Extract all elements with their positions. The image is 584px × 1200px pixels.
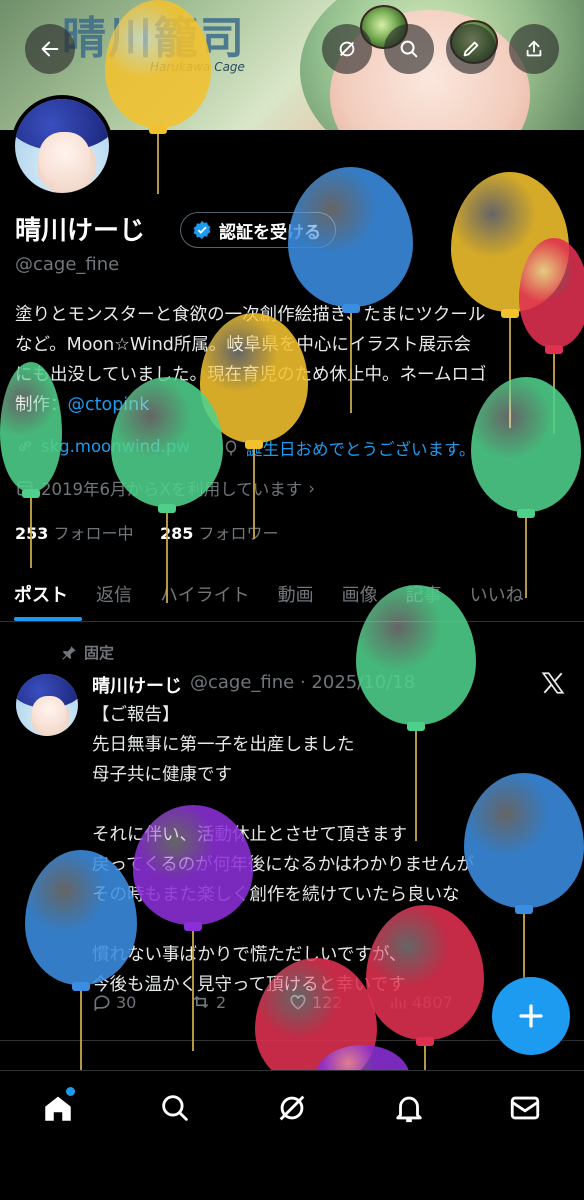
chevron-right-icon: › xyxy=(308,478,315,498)
heart-icon xyxy=(290,994,306,1010)
pin-icon xyxy=(62,645,76,660)
plus-icon xyxy=(519,1004,543,1028)
grok-icon xyxy=(279,1095,305,1121)
views-icon xyxy=(391,997,406,1009)
profile-avatar[interactable] xyxy=(11,95,113,197)
search-icon xyxy=(400,40,418,58)
profile-bio: 塗りとモンスターと食欲の一次創作絵描き、たまにツクール など。Moon☆Wind… xyxy=(15,305,487,415)
reply-icon xyxy=(94,995,110,1012)
post-author-name[interactable]: 晴川けーじ xyxy=(92,672,182,698)
tab-media[interactable]: 画像 xyxy=(328,581,392,607)
active-tab-indicator xyxy=(14,617,82,621)
profile-name: 晴川けーじ xyxy=(15,215,146,245)
repost-button[interactable]: 2 xyxy=(190,992,226,1012)
search-button[interactable] xyxy=(384,24,434,74)
tab-highlights[interactable]: ハイライト xyxy=(146,581,264,607)
share-icon xyxy=(526,40,542,57)
profile-website[interactable]: skg.moonwind.pw xyxy=(15,436,190,456)
post-header: 晴川けーじ @cage_fine · 2025/10/18 xyxy=(92,672,415,698)
banner-logo: 晴川籠司 xyxy=(62,13,246,64)
calendar-icon xyxy=(17,481,33,496)
profile-birthday: 誕生日おめでとうございます。 xyxy=(222,436,475,460)
pinned-indicator: 固定 xyxy=(60,642,114,663)
edit-icon xyxy=(463,41,479,57)
nav-messages[interactable] xyxy=(508,1091,542,1125)
balloon-icon xyxy=(225,440,237,456)
grok-icon xyxy=(339,41,355,57)
get-verified-button[interactable]: 認証を受ける xyxy=(180,212,336,248)
profile-handle: @cage_fine xyxy=(15,254,120,275)
link-icon xyxy=(18,440,32,452)
nav-search[interactable] xyxy=(158,1091,192,1125)
website-link[interactable]: skg.moonwind.pw xyxy=(41,437,190,456)
share-button[interactable] xyxy=(509,24,559,74)
bell-icon xyxy=(396,1096,422,1123)
post-body: 【ご報告】 先日無事に第一子を出産しました 母子共に健康です それに伴い、活動休… xyxy=(92,705,475,995)
post-handle-date: @cage_fine · 2025/10/18 xyxy=(190,672,416,693)
nav-notifications[interactable] xyxy=(392,1091,426,1125)
like-button[interactable]: 122 xyxy=(288,992,343,1012)
tab-posts[interactable]: ポスト xyxy=(0,581,82,607)
tab-likes[interactable]: いいね xyxy=(456,581,538,607)
notification-dot xyxy=(66,1087,75,1096)
nav-grok[interactable] xyxy=(275,1091,309,1125)
post-author-avatar[interactable] xyxy=(14,672,80,738)
bottom-navigation xyxy=(0,1070,584,1200)
back-button[interactable] xyxy=(25,24,75,74)
verified-badge-icon xyxy=(193,220,211,240)
post-divider xyxy=(0,1040,584,1041)
reply-button[interactable]: 30 xyxy=(92,992,136,1012)
grok-button[interactable] xyxy=(322,24,372,74)
profile-tabs: ポスト 返信 ハイライト 動画 画像 記事 いいね xyxy=(0,566,584,622)
mail-icon xyxy=(510,1096,540,1120)
followers-count[interactable]: 285 フォロワー xyxy=(160,520,279,544)
tab-articles[interactable]: 記事 xyxy=(392,581,456,607)
post-more-button[interactable] xyxy=(540,670,566,700)
profile-joined[interactable]: 2019年6月からXを利用しています › xyxy=(15,476,315,500)
nav-home[interactable] xyxy=(41,1087,75,1125)
compose-post-button[interactable] xyxy=(492,977,570,1055)
home-icon xyxy=(45,1096,71,1121)
get-verified-label: 認証を受ける xyxy=(219,222,321,243)
repost-icon xyxy=(193,995,209,1009)
bio-mention-link[interactable]: @ctopink xyxy=(68,395,150,415)
following-count[interactable]: 253 フォロー中 xyxy=(15,520,134,544)
tab-replies[interactable]: 返信 xyxy=(82,581,146,607)
search-icon xyxy=(162,1095,188,1121)
banner-logo-sub: Harukawa Cage xyxy=(150,60,245,74)
x-logo-icon xyxy=(541,672,565,694)
views-button[interactable]: 4807 xyxy=(388,992,453,1012)
tab-videos[interactable]: 動画 xyxy=(264,581,328,607)
edit-button[interactable] xyxy=(446,24,496,74)
back-arrow-icon xyxy=(41,41,59,57)
